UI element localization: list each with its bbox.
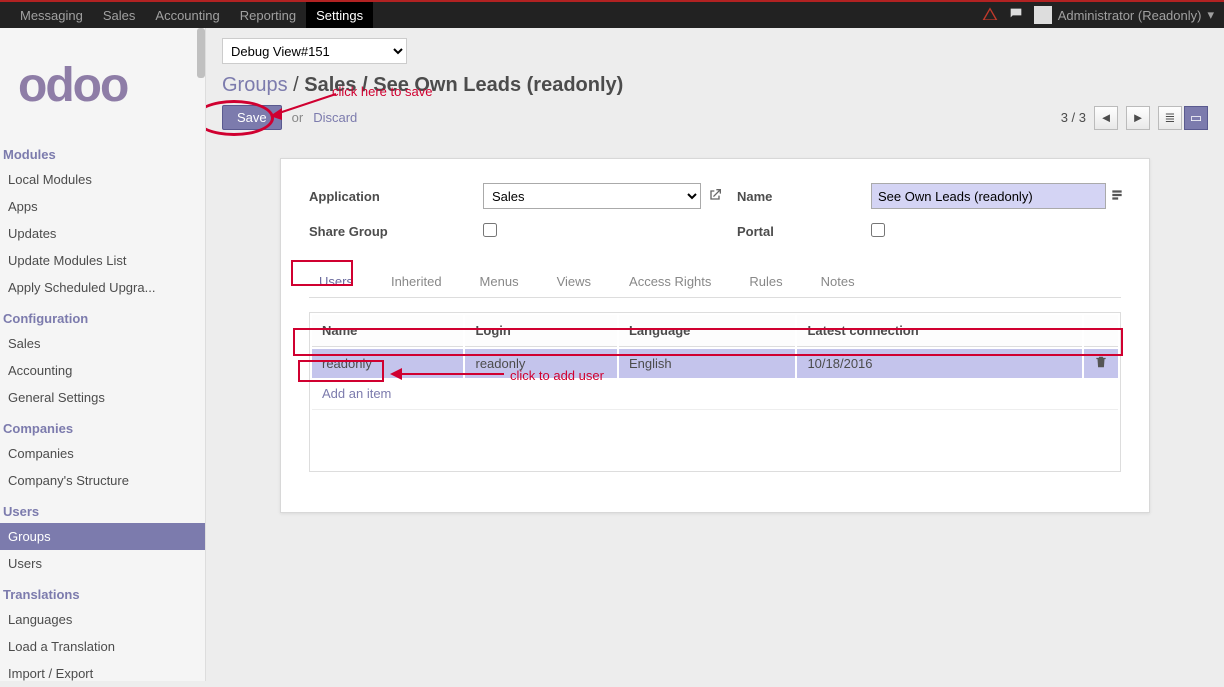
section-companies: Companies [0, 417, 205, 440]
tab-notes[interactable]: Notes [811, 268, 865, 297]
breadcrumb-groups[interactable]: Groups [222, 74, 288, 96]
portal-checkbox[interactable] [871, 223, 885, 237]
cell-language: English [619, 349, 795, 378]
sidebar-item-companies[interactable]: Companies [0, 440, 205, 467]
sidebar-item-update-modules-list[interactable]: Update Modules List [0, 247, 205, 274]
top-nav: Messaging Sales Accounting Reporting Set… [0, 0, 1224, 28]
table-row[interactable]: readonly readonly English 10/18/2016 [312, 349, 1118, 378]
sidebar-item-users[interactable]: Users [0, 550, 205, 577]
cell-name: readonly [312, 349, 463, 378]
nav-reporting[interactable]: Reporting [230, 2, 306, 29]
form-sheet: Application Sales Name Share Group Porta… [280, 158, 1150, 513]
debug-view-select[interactable]: Debug View#151 [222, 38, 407, 64]
cell-latest: 10/18/2016 [797, 349, 1082, 378]
nav-settings[interactable]: Settings [306, 2, 373, 29]
users-table: Name Login Language Latest connection re… [309, 312, 1121, 472]
pager-prev-button[interactable]: ◄ [1094, 106, 1118, 130]
sidebar: odoo Modules Local Modules Apps Updates … [0, 28, 206, 681]
section-translations: Translations [0, 583, 205, 606]
view-list-button[interactable]: ≣ [1158, 106, 1182, 130]
view-form-button[interactable]: ▭ [1184, 106, 1208, 130]
pager-next-button[interactable]: ► [1126, 106, 1150, 130]
tab-rules[interactable]: Rules [739, 268, 792, 297]
sidebar-item-apply-scheduled[interactable]: Apply Scheduled Upgra... [0, 274, 205, 301]
top-menu: Messaging Sales Accounting Reporting Set… [10, 2, 373, 29]
sidebar-item-general-settings[interactable]: General Settings [0, 384, 205, 411]
sidebar-item-apps[interactable]: Apps [0, 193, 205, 220]
save-button[interactable]: Save [222, 105, 282, 130]
chat-icon[interactable] [1008, 6, 1024, 25]
user-name: Administrator (Readonly) [1058, 8, 1202, 23]
trash-icon[interactable] [1094, 357, 1108, 372]
nav-accounting[interactable]: Accounting [145, 2, 229, 29]
application-select[interactable]: Sales [483, 183, 701, 209]
sidebar-item-local-modules[interactable]: Local Modules [0, 166, 205, 193]
add-item-row: Add an item [312, 380, 1118, 407]
share-group-label: Share Group [309, 224, 469, 239]
list-icon: ≣ [1165, 110, 1176, 126]
discard-button[interactable]: Discard [313, 110, 357, 125]
name-label: Name [737, 189, 857, 204]
tab-access-rights[interactable]: Access Rights [619, 268, 721, 297]
sidebar-item-import-export[interactable]: Import / Export [0, 660, 205, 687]
chevron-down-icon: ▾ [1207, 7, 1214, 23]
portal-label: Portal [737, 224, 857, 239]
col-login[interactable]: Login [465, 315, 616, 347]
tab-menus[interactable]: Menus [470, 268, 529, 297]
tab-users[interactable]: Users [309, 268, 363, 297]
sidebar-item-updates[interactable]: Updates [0, 220, 205, 247]
sidebar-item-groups[interactable]: Groups [0, 523, 205, 550]
nav-sales[interactable]: Sales [93, 2, 146, 29]
breadcrumb-sales: Sales [304, 74, 356, 96]
arrow-right-icon: ► [1132, 110, 1145, 125]
avatar-icon [1034, 6, 1052, 24]
section-modules: Modules [0, 143, 205, 166]
user-menu[interactable]: Administrator (Readonly) ▾ [1034, 6, 1214, 24]
translate-icon[interactable] [1110, 188, 1124, 205]
sidebar-item-company-structure[interactable]: Company's Structure [0, 467, 205, 494]
main-content: Debug View#151 Groups / Sales / See Own … [206, 28, 1224, 681]
breadcrumb: Groups / Sales / See Own Leads (readonly… [222, 70, 1208, 105]
tab-views[interactable]: Views [547, 268, 601, 297]
pager-text: 3 / 3 [1061, 110, 1086, 125]
logo: odoo [0, 28, 205, 137]
col-latest[interactable]: Latest connection [797, 315, 1082, 347]
share-group-checkbox[interactable] [483, 223, 497, 237]
breadcrumb-leaf: See Own Leads (readonly) [373, 74, 623, 96]
sidebar-item-sales[interactable]: Sales [0, 330, 205, 357]
form-icon: ▭ [1190, 110, 1202, 126]
section-configuration: Configuration [0, 307, 205, 330]
tabs: Users Inherited Menus Views Access Right… [309, 268, 1121, 298]
alert-icon[interactable] [982, 6, 998, 25]
add-item-link[interactable]: Add an item [322, 386, 391, 401]
external-link-icon[interactable] [707, 187, 723, 206]
application-label: Application [309, 189, 469, 204]
sidebar-item-languages[interactable]: Languages [0, 606, 205, 633]
or-text: or [292, 110, 304, 125]
col-name[interactable]: Name [312, 315, 463, 347]
sidebar-item-accounting[interactable]: Accounting [0, 357, 205, 384]
nav-messaging[interactable]: Messaging [10, 2, 93, 29]
arrow-left-icon: ◄ [1100, 110, 1113, 125]
name-input[interactable] [871, 183, 1106, 209]
tab-inherited[interactable]: Inherited [381, 268, 452, 297]
col-language[interactable]: Language [619, 315, 795, 347]
section-users: Users [0, 500, 205, 523]
cell-login: readonly [465, 349, 616, 378]
sidebar-item-load-translation[interactable]: Load a Translation [0, 633, 205, 660]
